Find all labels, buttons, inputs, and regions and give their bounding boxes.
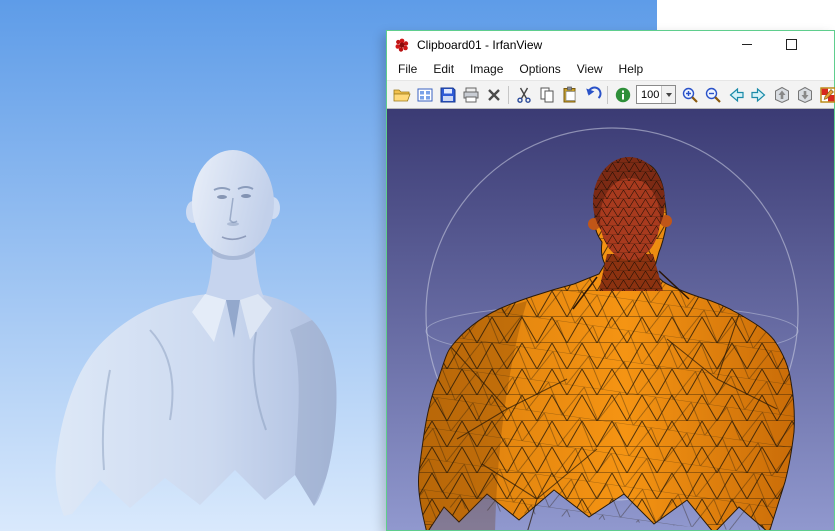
cut-icon xyxy=(515,86,533,104)
open-button[interactable] xyxy=(390,83,413,106)
previous-arrow-icon xyxy=(727,86,745,104)
mesh-bust-render xyxy=(387,109,834,530)
image-viewport[interactable] xyxy=(387,109,834,530)
next-file-button[interactable] xyxy=(747,83,770,106)
info-icon xyxy=(614,86,632,104)
cut-button[interactable] xyxy=(512,83,535,106)
save-button[interactable] xyxy=(436,83,459,106)
menu-options[interactable]: Options xyxy=(511,59,568,79)
toolbar: 100 xyxy=(387,80,834,109)
properties-button[interactable] xyxy=(816,83,835,106)
print-button[interactable] xyxy=(459,83,482,106)
nav-up-button[interactable] xyxy=(770,83,793,106)
toolbar-separator xyxy=(508,86,509,104)
delete-button[interactable] xyxy=(482,83,505,106)
zoom-level-combobox[interactable]: 100 xyxy=(636,85,676,104)
menu-help[interactable]: Help xyxy=(611,59,652,79)
menu-view[interactable]: View xyxy=(569,59,611,79)
undo-icon xyxy=(584,86,602,104)
window-controls xyxy=(724,31,834,58)
thumbnails-button[interactable] xyxy=(413,83,436,106)
toolbar-separator xyxy=(607,86,608,104)
zoom-dropdown-arrow-icon[interactable] xyxy=(661,86,675,103)
properties-icon xyxy=(819,86,835,104)
copy-button[interactable] xyxy=(535,83,558,106)
zoom-in-icon xyxy=(681,86,699,104)
zoom-in-button[interactable] xyxy=(678,83,701,106)
irfanview-window: Clipboard01 - IrfanView File Edit Image … xyxy=(386,30,835,531)
nav-down-icon xyxy=(796,86,814,104)
menubar: File Edit Image Options View Help xyxy=(387,58,834,80)
nav-up-icon xyxy=(773,86,791,104)
previous-file-button[interactable] xyxy=(724,83,747,106)
maximize-button[interactable] xyxy=(769,31,814,58)
nav-down-button[interactable] xyxy=(793,83,816,106)
maximize-icon xyxy=(786,39,797,50)
info-button[interactable] xyxy=(611,83,634,106)
menu-file[interactable]: File xyxy=(390,59,425,79)
zoom-out-button[interactable] xyxy=(701,83,724,106)
irfanview-logo-icon xyxy=(394,37,410,53)
paste-button[interactable] xyxy=(558,83,581,106)
next-arrow-icon xyxy=(750,86,768,104)
desktop: Clipboard01 - IrfanView File Edit Image … xyxy=(0,0,835,531)
undo-button[interactable] xyxy=(581,83,604,106)
menu-image[interactable]: Image xyxy=(462,59,511,79)
paste-icon xyxy=(561,86,579,104)
menu-edit[interactable]: Edit xyxy=(425,59,462,79)
copy-icon xyxy=(538,86,556,104)
zoom-level-value: 100 xyxy=(637,89,661,101)
open-folder-icon xyxy=(393,86,411,104)
thumbnails-icon xyxy=(416,86,434,104)
minimize-button[interactable] xyxy=(724,31,769,58)
window-title: Clipboard01 - IrfanView xyxy=(417,38,542,52)
close-button-cutoff xyxy=(814,31,834,58)
print-icon xyxy=(462,86,480,104)
delete-icon xyxy=(485,86,503,104)
titlebar[interactable]: Clipboard01 - IrfanView xyxy=(387,31,834,58)
save-icon xyxy=(439,86,457,104)
zoom-out-icon xyxy=(704,86,722,104)
minimize-icon xyxy=(742,44,752,45)
